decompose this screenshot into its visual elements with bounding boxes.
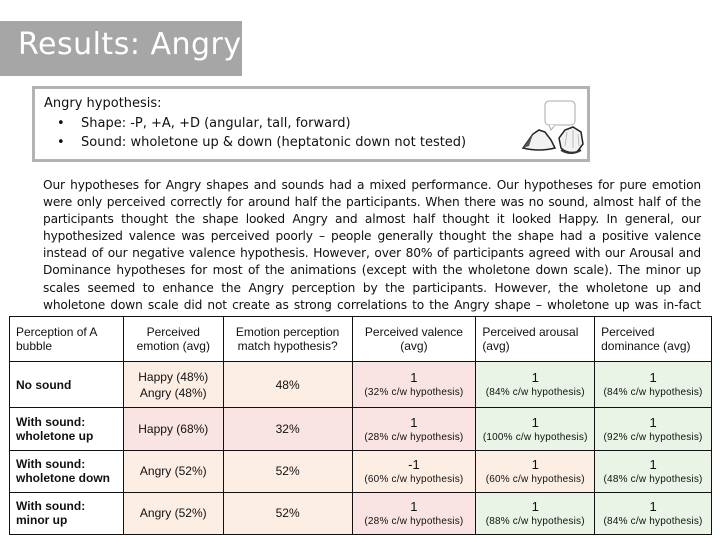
- hypothesis-item-text: Sound: wholetone up & down (heptatonic d…: [81, 135, 467, 150]
- dominance-value: 1: [649, 370, 657, 386]
- hypothesis-item-text: Shape: -P, +A, +D (angular, tall, forwar…: [81, 116, 351, 131]
- dominance-cell: 1 (84% c/w hypothesis): [594, 491, 712, 536]
- valence-cell: -1 (60% c/w hypothesis): [351, 449, 477, 493]
- header-dominance: Perceived dominance (avg): [594, 316, 712, 362]
- header-match: Emotion perception match hypothesis?: [222, 316, 353, 362]
- dominance-cell: 1 (84% c/w hypothesis): [594, 360, 712, 409]
- arousal-cell: 1 (84% c/w hypothesis): [475, 360, 596, 409]
- arousal-value: 1: [531, 456, 539, 472]
- bullet-icon: •: [57, 116, 65, 131]
- arousal-note: (100% c/w hypothesis): [482, 431, 588, 443]
- valence-note: (28% c/w hypothesis): [364, 515, 464, 527]
- emotion-value: Happy (48%): [138, 369, 209, 384]
- bullet-icon: •: [57, 135, 65, 150]
- valence-cell: 1 (28% c/w hypothesis): [351, 491, 477, 536]
- table-row: With sound: wholetone down Angry (52%) 5…: [9, 449, 712, 493]
- hypothesis-heading: Angry hypothesis:: [44, 96, 162, 111]
- valence-value: 1: [410, 498, 418, 514]
- table-header-row: Perception of A bubble Perceived emotion…: [9, 316, 712, 362]
- arousal-cell: 1 (88% c/w hypothesis): [475, 491, 596, 536]
- emotion-cell: Happy (48%) Angry (48%): [122, 360, 224, 409]
- title-bar: Results: Angry: [0, 21, 242, 76]
- dominance-note: (48% c/w hypothesis): [603, 473, 703, 485]
- results-table: Perception of A bubble Perceived emotion…: [9, 316, 712, 536]
- row-label: No sound: [9, 360, 124, 409]
- angry-shapes-illustration: [521, 100, 584, 154]
- slide-title: Results: Angry: [18, 27, 242, 62]
- speech-bubble-icon: [544, 100, 576, 126]
- dominance-cell: 1 (92% c/w hypothesis): [594, 407, 712, 451]
- dominance-value: 1: [649, 414, 657, 430]
- table-row: No sound Happy (48%) Angry (48%) 48% 1 (32…: [9, 360, 712, 409]
- match-cell: 32%: [222, 407, 353, 451]
- match-cell: 52%: [222, 491, 353, 536]
- valence-note: (28% c/w hypothesis): [364, 431, 464, 443]
- row-label: With sound: wholetone down: [9, 449, 124, 493]
- arousal-note: (84% c/w hypothesis): [485, 387, 585, 399]
- arousal-cell: 1 (60% c/w hypothesis): [475, 449, 596, 493]
- emotion-cell: Angry (52%): [122, 491, 224, 536]
- valence-value: 1: [410, 370, 418, 386]
- emotion-cell: Happy (68%): [122, 407, 224, 451]
- arousal-value: 1: [531, 498, 539, 514]
- valence-value: 1: [410, 414, 418, 430]
- arousal-value: 1: [531, 370, 539, 386]
- table-row: With sound: minor up Angry (52%) 52% 1 (2…: [9, 491, 712, 536]
- hypothesis-item-sound: • Sound: wholetone up & down (heptatonic …: [57, 135, 466, 150]
- valence-cell: 1 (28% c/w hypothesis): [351, 407, 477, 451]
- dominance-note: (92% c/w hypothesis): [603, 431, 703, 443]
- hypothesis-item-shape: • Shape: -P, +A, +D (angular, tall, forwa…: [57, 116, 351, 131]
- table-row: With sound: wholetone up Happy (68%) 32%…: [9, 407, 712, 451]
- angry-shape-right: [558, 126, 584, 154]
- arousal-cell: 1 (100% c/w hypothesis): [475, 407, 596, 451]
- header-arousal: Perceived arousal (avg): [475, 316, 596, 362]
- match-cell: 48%: [222, 360, 353, 409]
- emotion-value: Angry (48%): [139, 385, 207, 400]
- emotion-cell: Angry (52%): [122, 449, 224, 493]
- dominance-value: 1: [649, 498, 657, 514]
- dominance-value: 1: [649, 456, 657, 472]
- dominance-cell: 1 (48% c/w hypothesis): [594, 449, 712, 493]
- arousal-value: 1: [531, 414, 539, 430]
- valence-value: -1: [408, 456, 420, 472]
- row-label: With sound: wholetone up: [9, 407, 124, 451]
- valence-note: (32% c/w hypothesis): [364, 387, 464, 399]
- header-perception: Perception of A bubble: [9, 316, 124, 362]
- valence-cell: 1 (32% c/w hypothesis): [351, 360, 477, 409]
- match-cell: 52%: [222, 449, 353, 493]
- header-valence: Perceived valence (avg): [351, 316, 477, 362]
- row-label: With sound: minor up: [9, 491, 124, 536]
- arousal-note: (60% c/w hypothesis): [485, 473, 585, 485]
- hypothesis-box: Angry hypothesis: • Shape: -P, +A, +D (an…: [32, 86, 590, 162]
- angry-shape-left: [521, 129, 557, 151]
- results-paragraph: Our hypotheses for Angry shapes and soun…: [43, 178, 701, 329]
- dominance-note: (84% c/w hypothesis): [603, 515, 703, 527]
- arousal-note: (88% c/w hypothesis): [485, 515, 585, 527]
- header-emotion: Perceived emotion (avg): [122, 316, 224, 362]
- dominance-note: (84% c/w hypothesis): [603, 387, 703, 399]
- valence-note: (60% c/w hypothesis): [364, 473, 464, 485]
